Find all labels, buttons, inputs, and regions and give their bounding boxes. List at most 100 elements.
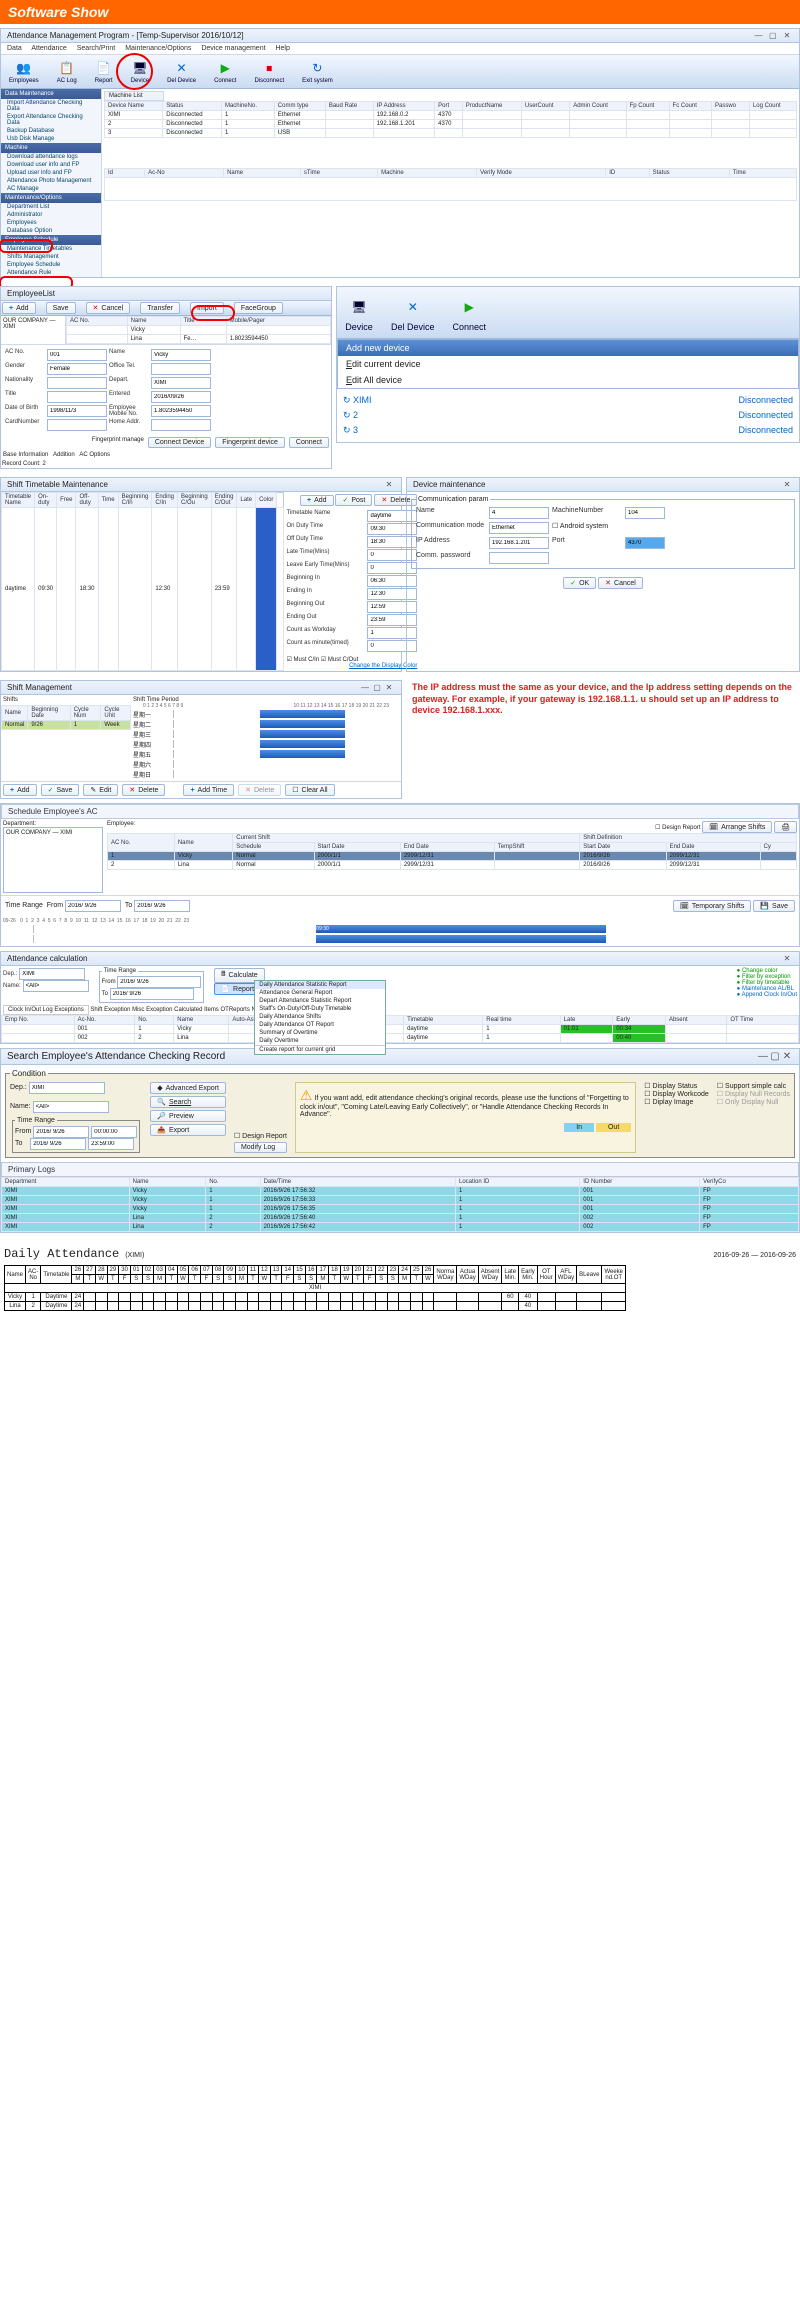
- pl-cell[interactable]: Vicky: [129, 1196, 206, 1205]
- tb-connect[interactable]: ▶Connect: [210, 57, 240, 86]
- sac-cell[interactable]: Normal: [233, 861, 314, 870]
- s-to[interactable]: [30, 1138, 86, 1150]
- calc-cell[interactable]: Vicky: [174, 1025, 229, 1034]
- s-chk-design[interactable]: ☐ Design Report: [234, 1132, 287, 1140]
- rm-2[interactable]: Depart Attendance Statistic Report: [255, 997, 385, 1005]
- tb-device[interactable]: 🖥Device: [127, 57, 153, 86]
- item-employees[interactable]: Employees: [1, 219, 101, 227]
- calc-cell[interactable]: 2: [135, 1034, 174, 1043]
- mg-cell[interactable]: [669, 129, 711, 138]
- min-icon[interactable]: —: [757, 1051, 769, 1062]
- menu-edit-current[interactable]: Edit current device: [338, 356, 798, 372]
- emp-cell[interactable]: Vicky: [127, 326, 180, 335]
- item-import[interactable]: Import Attendance Checking Data: [1, 99, 101, 113]
- calc-cell[interactable]: 1: [135, 1025, 174, 1034]
- btn-connect-big[interactable]: ▶Connect: [449, 291, 491, 334]
- mg-cell[interactable]: [711, 120, 749, 129]
- btn-facegroup[interactable]: FaceGroup: [234, 302, 283, 314]
- emp-cell[interactable]: Lina: [127, 335, 180, 344]
- mg-cell[interactable]: [626, 111, 669, 120]
- pl-cell[interactable]: XIMI: [2, 1205, 130, 1214]
- pl-cell[interactable]: Vicky: [129, 1187, 206, 1196]
- tt-cell[interactable]: [118, 508, 152, 671]
- mg-cell[interactable]: [711, 129, 749, 138]
- mg-cell[interactable]: 1: [221, 129, 274, 138]
- item-maint-tt[interactable]: Maintenance Timetables: [1, 245, 101, 253]
- mg-cell[interactable]: [749, 129, 796, 138]
- dm-btn-cancel[interactable]: Cancel: [598, 577, 643, 589]
- calc-cell[interactable]: [560, 1034, 613, 1043]
- pl-cell[interactable]: 2: [206, 1214, 260, 1223]
- pl-cell[interactable]: FP: [700, 1205, 799, 1214]
- menu-attendance[interactable]: Attendance: [31, 45, 66, 52]
- mg-cell[interactable]: [462, 111, 521, 120]
- mg-cell[interactable]: Disconnected: [163, 120, 222, 129]
- item-dl-log[interactable]: Download attendance logs: [1, 153, 101, 161]
- rm-5[interactable]: Daily Attendance OT Report: [255, 1021, 385, 1029]
- dm-chk-android[interactable]: ☐ Android system: [552, 522, 665, 534]
- pl-cell[interactable]: 2016/9/26 17:56:40: [260, 1214, 455, 1223]
- sac-cell[interactable]: 2000/1/1: [314, 852, 400, 861]
- inp-entered[interactable]: [151, 391, 211, 403]
- shift-bar[interactable]: [260, 710, 346, 718]
- s-btn-modify[interactable]: Modify Log: [234, 1142, 287, 1153]
- sac-cell[interactable]: [494, 852, 579, 861]
- chk-simple[interactable]: ☐ Support simple calc: [717, 1083, 786, 1090]
- menu-maintenance[interactable]: Maintenance/Options: [125, 45, 191, 52]
- dm-inp-pwd[interactable]: [489, 552, 549, 564]
- menu-data[interactable]: Data: [7, 45, 22, 52]
- shift-bar[interactable]: [260, 720, 346, 728]
- rm-7[interactable]: Daily Overtime: [255, 1037, 385, 1045]
- mg-cell[interactable]: 192.168.0.2: [373, 111, 434, 120]
- mg-cell[interactable]: 2: [105, 120, 163, 129]
- mg-cell[interactable]: 1: [221, 120, 274, 129]
- calc-cell[interactable]: 002: [74, 1034, 135, 1043]
- close-icon[interactable]: ✕: [781, 480, 793, 489]
- pl-cell[interactable]: 2016/9/26 17:56:32: [260, 1187, 455, 1196]
- tt-cell[interactable]: [57, 508, 76, 671]
- chk-image[interactable]: ☐ Diplay Image: [644, 1099, 693, 1106]
- sac-cell[interactable]: 2000/1/1: [314, 861, 400, 870]
- btn-connect[interactable]: Connect: [289, 437, 329, 448]
- calc-to[interactable]: [110, 988, 194, 1000]
- sac-from[interactable]: [65, 900, 121, 912]
- mg-cell[interactable]: [435, 129, 463, 138]
- pl-cell[interactable]: Vicky: [129, 1205, 206, 1214]
- tt-cell[interactable]: [178, 508, 212, 671]
- inp-card[interactable]: [47, 419, 107, 431]
- menu-device[interactable]: Device management: [201, 45, 265, 52]
- item-admin[interactable]: Administrator: [1, 211, 101, 219]
- mg-cell[interactable]: Ethernet: [274, 111, 325, 120]
- pl-cell[interactable]: 001: [580, 1187, 700, 1196]
- pl-cell[interactable]: FP: [700, 1187, 799, 1196]
- max-icon[interactable]: ▢: [371, 683, 383, 692]
- inp-gender[interactable]: [47, 363, 107, 375]
- mg-cell[interactable]: [626, 129, 669, 138]
- s-tot[interactable]: [88, 1138, 134, 1150]
- tb-disconnect[interactable]: ⏹Disconnect: [250, 57, 288, 86]
- item-dl-user[interactable]: Download user info and FP: [1, 161, 101, 169]
- mg-cell[interactable]: [669, 120, 711, 129]
- item-photo[interactable]: Attendance Photo Management: [1, 177, 101, 185]
- dm-btn-ok[interactable]: OK: [563, 577, 596, 589]
- emp-cell[interactable]: Fe…: [180, 335, 226, 344]
- emp-cell[interactable]: [226, 326, 330, 335]
- mg-cell[interactable]: [325, 120, 373, 129]
- tt-cell[interactable]: daytime: [2, 508, 35, 671]
- tt-cell[interactable]: 12:30: [152, 508, 178, 671]
- dm-inp-mode[interactable]: [489, 522, 549, 534]
- mg-cell[interactable]: [570, 111, 626, 120]
- sac-btn-temp[interactable]: 🗓 Temporary Shifts: [673, 900, 751, 912]
- pl-cell[interactable]: FP: [700, 1223, 799, 1232]
- close-icon[interactable]: ✕: [383, 683, 395, 692]
- pl-cell[interactable]: 1: [455, 1187, 579, 1196]
- min-icon[interactable]: —: [359, 683, 371, 692]
- pl-cell[interactable]: 002: [580, 1223, 700, 1232]
- pl-cell[interactable]: 001: [580, 1196, 700, 1205]
- mg-cell[interactable]: [570, 120, 626, 129]
- item-acmanage[interactable]: AC Manage: [1, 185, 101, 193]
- mg-cell[interactable]: USB: [274, 129, 325, 138]
- dept-tree[interactable]: OUR COMPANY — XIMI: [1, 316, 66, 344]
- mg-cell[interactable]: 1: [221, 111, 274, 120]
- item-backup[interactable]: Backup Database: [1, 127, 101, 135]
